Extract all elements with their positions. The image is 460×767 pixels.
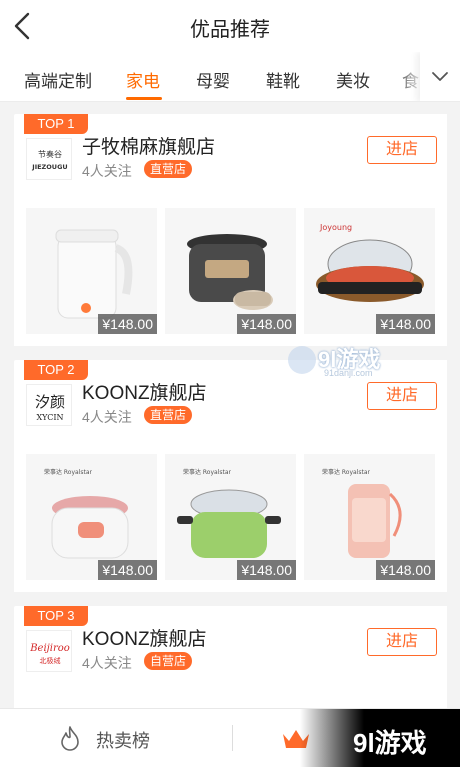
store-type-tag: 自营店 <box>144 652 193 670</box>
store-card-3[interactable]: TOP 3 Beijiroo 北极绒 KOONZ旗舰店 4人关注 自营店 进店 <box>14 606 447 696</box>
svg-text:荣事达 Royalstar: 荣事达 Royalstar <box>44 468 93 476</box>
watermark-center-sub: 91danji.com <box>324 368 373 378</box>
product-card[interactable]: 荣事达 Royalstar ¥148.00 <box>304 454 435 580</box>
product-row-2: 荣事达 Royalstar ¥148.00 荣事达 Royalstar ¥148… <box>14 440 447 592</box>
tab-baby[interactable]: 母婴 <box>196 67 230 92</box>
product-price: ¥148.00 <box>98 314 157 334</box>
product-card[interactable]: 荣事达 Royalstar ¥148.00 <box>165 454 296 580</box>
follower-count: 4人关注 <box>82 655 132 671</box>
follower-count: 4人关注 <box>82 163 132 179</box>
product-price: ¥148.00 <box>98 560 157 580</box>
tab-shoes[interactable]: 鞋靴 <box>266 67 300 92</box>
svg-text:荣事达 Royalstar: 荣事达 Royalstar <box>322 468 371 476</box>
store-name: 子牧棉麻旗舰店 <box>82 137 216 158</box>
store-logo-cn: 汐颜 <box>35 393 65 411</box>
store-type-tag: 直营店 <box>144 406 193 424</box>
product-price: ¥148.00 <box>376 560 435 580</box>
product-card[interactable]: 荣事达 Royalstar ¥148.00 <box>26 454 157 580</box>
store-logo-text: XYCIN <box>36 413 63 422</box>
flame-icon <box>61 726 79 751</box>
active-tab-indicator <box>126 97 162 100</box>
rank-badge: TOP 2 <box>24 360 88 380</box>
product-card[interactable]: ¥148.00 <box>26 208 157 334</box>
hot-list-tab[interactable]: 热卖榜 <box>96 727 150 753</box>
watermark-center: 9l游戏 91danji.com <box>284 338 404 388</box>
store-card-1[interactable]: TOP 1 节奏谷 JIEZOUGU 子牧棉麻旗舰店 4人关注 直营店 进店 <box>14 114 447 204</box>
store-type-tag: 直营店 <box>144 160 193 178</box>
store-logo: 汐颜 XYCIN <box>26 384 72 426</box>
store-logo-text: JIEZOUGU <box>31 163 67 171</box>
category-tabs: 高端定制 家电 母婴 鞋靴 美妆 食 <box>0 52 460 102</box>
store-name: KOONZ旗舰店 <box>82 383 207 404</box>
tab-beauty[interactable]: 美妆 <box>336 67 370 92</box>
follower-count: 4人关注 <box>82 409 132 425</box>
product-price: ¥148.00 <box>237 314 296 334</box>
store-name: KOONZ旗舰店 <box>82 629 207 650</box>
rank-badge: TOP 3 <box>24 606 88 626</box>
page-title: 优品推荐 <box>190 19 270 41</box>
store-logo: 节奏谷 JIEZOUGU <box>26 138 72 180</box>
store-logo-cn: 北极绒 <box>40 656 61 665</box>
rank-badge: TOP 1 <box>24 114 88 134</box>
bottom-divider <box>232 725 233 751</box>
product-card[interactable]: ¥148.00 <box>165 208 296 334</box>
svg-text:荣事达 Royalstar: 荣事达 Royalstar <box>183 468 232 476</box>
product-price: ¥148.00 <box>376 314 435 334</box>
store-logo-text: Beijiroo <box>29 643 70 654</box>
product-price: ¥148.00 <box>237 560 296 580</box>
watermark-text: 9l游戏 <box>353 728 427 758</box>
enter-store-button[interactable]: 进店 <box>367 136 437 164</box>
chevron-down-icon <box>432 72 448 81</box>
product-row-1: ¥148.00 ¥148.00 Joyoung ¥148.00 <box>14 194 447 346</box>
enter-store-button[interactable]: 进店 <box>367 628 437 656</box>
store-logo: Beijiroo 北极绒 <box>26 630 72 672</box>
tabs-expand[interactable] <box>420 52 460 101</box>
tab-high-end[interactable]: 高端定制 <box>24 67 92 92</box>
tab-appliances[interactable]: 家电 <box>126 67 160 92</box>
store-logo-cn: 节奏谷 <box>38 149 62 159</box>
navigation-bar: 优品推荐 <box>0 0 460 52</box>
bottom-bar: 热卖榜 9l游戏 <box>0 708 460 767</box>
product-card[interactable]: Joyoung ¥148.00 <box>304 208 435 334</box>
svg-text:Joyoung: Joyoung <box>319 223 352 232</box>
